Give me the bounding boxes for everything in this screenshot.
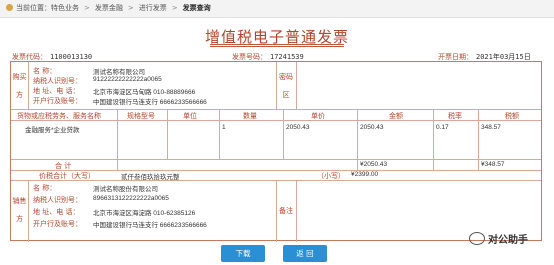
buyer-side-label: 购买 方 <box>11 68 28 104</box>
seller-addr: 北京市海淀区海淀路 010-62385126 <box>93 210 196 217</box>
remark-label: 备注 <box>279 207 293 215</box>
item-qty: 1 <box>222 124 226 131</box>
buyer-addr: 北京市海淀区马甸路 010-88889666 <box>93 89 196 96</box>
col-header-name: 货物或应税劳务、服务名称 <box>17 112 101 120</box>
seller-bank: 中国建设银行马连支行 6666233566666 <box>93 222 207 229</box>
grand-total-label: 价税合计（大写） <box>39 172 95 180</box>
title-underline-2 <box>210 46 344 47</box>
buyer-bank: 中国建设银行马连支行 6666233566666 <box>93 99 207 106</box>
breadcrumb: 当前位置：特色业务 > 发票金融 > 进行发票 > 发票查询 <box>0 0 554 18</box>
wechat-icon <box>469 232 485 245</box>
divider <box>28 180 29 242</box>
col-header-tax: 税额 <box>505 112 519 120</box>
item-price: 2050.43 <box>286 124 310 131</box>
invoice-date-value: 2021年03月15日 <box>476 53 531 61</box>
cipher-zone-label: 密码 区 <box>276 68 296 104</box>
title-underline <box>210 44 344 45</box>
divider <box>283 109 284 159</box>
item-rate: 0.17 <box>436 124 449 131</box>
divider <box>219 109 220 159</box>
seller-side-label: 销售 方 <box>11 192 28 228</box>
invoice-number-value: 17241539 <box>270 53 304 61</box>
col-header-qty: 数量 <box>243 112 257 120</box>
watermark: 对公助手 <box>469 231 528 246</box>
seller-taxid-label: 纳税人识别号： <box>33 196 82 204</box>
seller-side-label-2: 方 <box>16 215 23 223</box>
breadcrumb-item-current: 发票查询 <box>182 4 211 12</box>
item-name: 金融服务*企业贷款 <box>25 127 80 134</box>
invoice-code-value: 1100013130 <box>50 53 93 61</box>
col-header-amount: 金额 <box>389 112 403 120</box>
seller-name-label: 名 称： <box>33 184 57 192</box>
download-button[interactable]: 下载 <box>221 245 265 262</box>
buyer-name: 测试名称有限公司 <box>93 69 145 76</box>
cipher-label-1: 密码 <box>279 73 293 81</box>
back-button[interactable]: 返 回 <box>283 245 327 262</box>
item-amount: 2050.43 <box>360 124 384 131</box>
breadcrumb-item-finance[interactable]: 发票金融 <box>95 4 123 12</box>
divider <box>433 109 434 170</box>
buyer-side-label-1: 购买 <box>12 73 27 81</box>
chevron-right-icon: > <box>84 4 90 12</box>
invoice-date-label: 开票日期： <box>438 53 473 61</box>
invoice-table: 购买 方 名 称： 测试名称有限公司 纳税人识别号： 9122222222222… <box>10 61 542 242</box>
total-amount: ¥2050.43 <box>360 161 388 168</box>
buyer-name-label: 名 称： <box>33 67 57 75</box>
breadcrumb-item-home[interactable]: 当前位置：特色业务 <box>16 4 79 12</box>
buyer-taxid: 91222222222222a0065 <box>93 76 162 83</box>
seller-bank-label: 开户行及账号： <box>33 220 82 228</box>
buyer-taxid-label: 纳税人识别号： <box>33 77 82 85</box>
seller-addr-label: 地 址、电 话： <box>33 208 80 216</box>
col-header-price: 单价 <box>311 112 325 120</box>
total-tax: ¥348.57 <box>481 161 505 168</box>
divider <box>478 109 479 170</box>
watermark-text: 对公助手 <box>488 235 528 246</box>
seller-side-label-1: 销售 <box>12 197 27 205</box>
divider <box>296 62 297 109</box>
divider <box>11 159 541 160</box>
invoice-code-label: 发票代码： <box>12 53 47 61</box>
location-icon <box>6 4 13 11</box>
divider <box>11 109 541 110</box>
total-label: 合 计 <box>55 162 72 170</box>
invoice-number-label: 发票号码： <box>232 53 267 61</box>
buyer-bank-label: 开户行及账号： <box>33 97 82 105</box>
divider <box>28 62 29 109</box>
grand-total-small: ¥2399.00 <box>351 171 379 178</box>
buyer-addr-label: 地 址、电 话： <box>33 87 80 95</box>
col-header-unit: 单位 <box>183 112 197 120</box>
seller-name: 测试名称股份有限公司 <box>93 186 158 193</box>
breadcrumb-item-invoice[interactable]: 进行发票 <box>139 4 167 12</box>
cipher-label-2: 区 <box>282 91 290 99</box>
grand-total-words: 贰仟叁佰玖拾玖元整 <box>121 174 180 181</box>
divider <box>357 109 358 170</box>
buyer-side-label-2: 方 <box>16 91 23 99</box>
chevron-right-icon: > <box>127 4 134 12</box>
grand-total-small-label: （小写） <box>317 172 345 180</box>
item-tax: 348.57 <box>481 124 501 131</box>
chevron-right-icon: > <box>171 4 178 12</box>
col-header-spec: 规格型号 <box>127 112 155 120</box>
col-header-rate: 税率 <box>448 112 462 120</box>
seller-taxid: 8966313122222222a0065 <box>93 195 169 202</box>
divider <box>117 109 118 170</box>
divider <box>167 109 168 159</box>
divider <box>296 180 297 242</box>
